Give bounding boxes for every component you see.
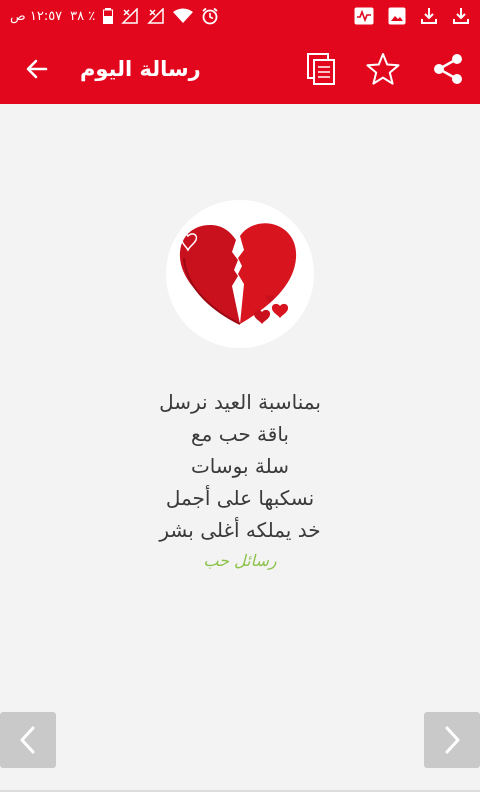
alarm-icon (201, 7, 219, 25)
app-bar: رسالة اليوم (0, 32, 480, 104)
next-message-button[interactable] (424, 712, 480, 768)
copy-button[interactable] (302, 50, 340, 88)
image-icon (388, 7, 406, 25)
message-line: نسكبها على أجمل (165, 486, 315, 510)
message-line: بمناسبة العيد نرسل (159, 390, 321, 414)
arrow-back-icon (25, 57, 49, 81)
message-line: سلة بوسات (190, 454, 290, 478)
status-time: ١٢:٥٧ ص (10, 8, 63, 24)
wifi-icon (173, 8, 194, 24)
download-icon (452, 7, 470, 25)
activity-icon (354, 7, 374, 25)
back-button[interactable] (20, 52, 54, 86)
battery-icon (103, 8, 114, 24)
message-line: خد يملكه أغلى بشر (159, 518, 321, 542)
status-left: ١٢:٥٧ ص ٣٨ ٪ (10, 6, 219, 26)
message-line: باقة حب مع (190, 422, 290, 446)
signal-icon (147, 8, 165, 24)
share-button[interactable] (429, 50, 467, 88)
share-icon (433, 53, 463, 85)
favorite-button[interactable] (364, 50, 402, 88)
chevron-left-icon (18, 725, 38, 755)
copy-icon (306, 52, 336, 86)
status-bar: ١٢:٥٧ ص ٣٨ ٪ (0, 0, 480, 32)
previous-message-button[interactable] (0, 712, 56, 768)
star-icon (366, 52, 400, 86)
signal-icon (121, 8, 139, 24)
battery-percent: ٣٨ ٪ (70, 8, 96, 24)
page-title: رسالة اليوم (80, 57, 201, 81)
status-right (354, 6, 470, 26)
love-heart-image (166, 200, 314, 348)
download-icon (420, 7, 438, 25)
chevron-right-icon (442, 725, 462, 755)
message-signature: رسائل حب (203, 551, 277, 570)
message-text: بمناسبة العيد نرسل باقة حب مع سلة بوسات … (100, 386, 380, 576)
message-view: بمناسبة العيد نرسل باقة حب مع سلة بوسات … (0, 104, 480, 792)
